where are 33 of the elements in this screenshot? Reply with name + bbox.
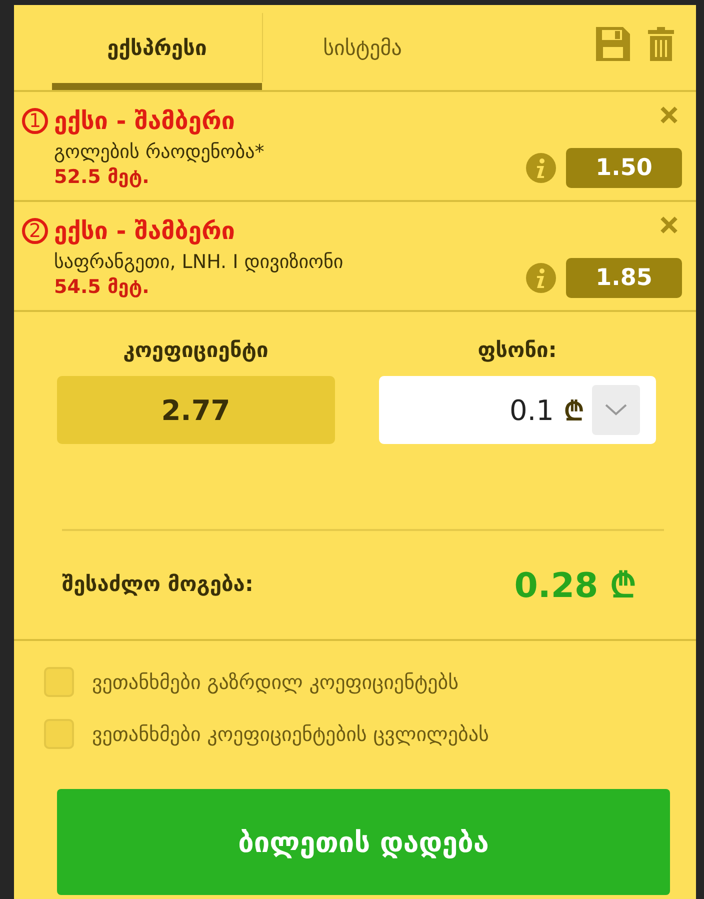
bet-title: ექსი - შამბერი (54, 106, 236, 136)
tab[interactable]: ექსპრესი (52, 5, 262, 90)
place-bet-button[interactable]: ბილეთის დადება (57, 789, 670, 895)
total-odds: 2.77 (57, 376, 334, 444)
stake-input[interactable]: 0.1 (402, 392, 556, 428)
bet-market: გოლების რაოდენობა* (54, 141, 266, 163)
close-icon[interactable] (660, 106, 678, 124)
bet-pick: 54.5 მეტ. (54, 276, 150, 298)
stake-label: ფსონი: (476, 338, 558, 362)
info-icon[interactable] (526, 153, 556, 183)
winnings-label: შესაძლო მოგება: (62, 572, 254, 596)
bet-number: 1 (22, 108, 48, 134)
close-icon[interactable] (660, 216, 678, 234)
bet-number: 2 (22, 218, 48, 244)
stake-field[interactable]: 0.1 ₾ (378, 376, 656, 444)
odds-label: კოეფიციენტი (122, 338, 270, 362)
info-icon[interactable] (526, 263, 556, 293)
trash-icon[interactable] (648, 26, 674, 60)
checkbox-label: ვეთანხმები კოეფიციენტების ცვლილებას (92, 722, 489, 746)
save-icon[interactable] (596, 26, 630, 60)
checkbox-label: ვეთანხმები გაზრდილ კოეფიციენტებს (92, 670, 459, 694)
checkbox[interactable] (44, 667, 74, 697)
checkbox[interactable] (44, 719, 74, 749)
bet-market: საფრანგეთი, LNH. I დივიზიონი (54, 251, 344, 273)
dropdown-button[interactable] (592, 385, 640, 435)
winnings-value: 0.28 ₾ (514, 565, 636, 607)
bet-title: ექსი - შამბერი (54, 216, 236, 246)
bet-pick: 52.5 მეტ. (54, 166, 150, 188)
odds-value[interactable]: 1.85 (566, 258, 682, 298)
chevron-icon (605, 404, 627, 416)
currency-symbol: ₾ (564, 396, 584, 428)
tab[interactable]: სისტემა (262, 13, 462, 82)
odds-value[interactable]: 1.50 (566, 148, 682, 188)
